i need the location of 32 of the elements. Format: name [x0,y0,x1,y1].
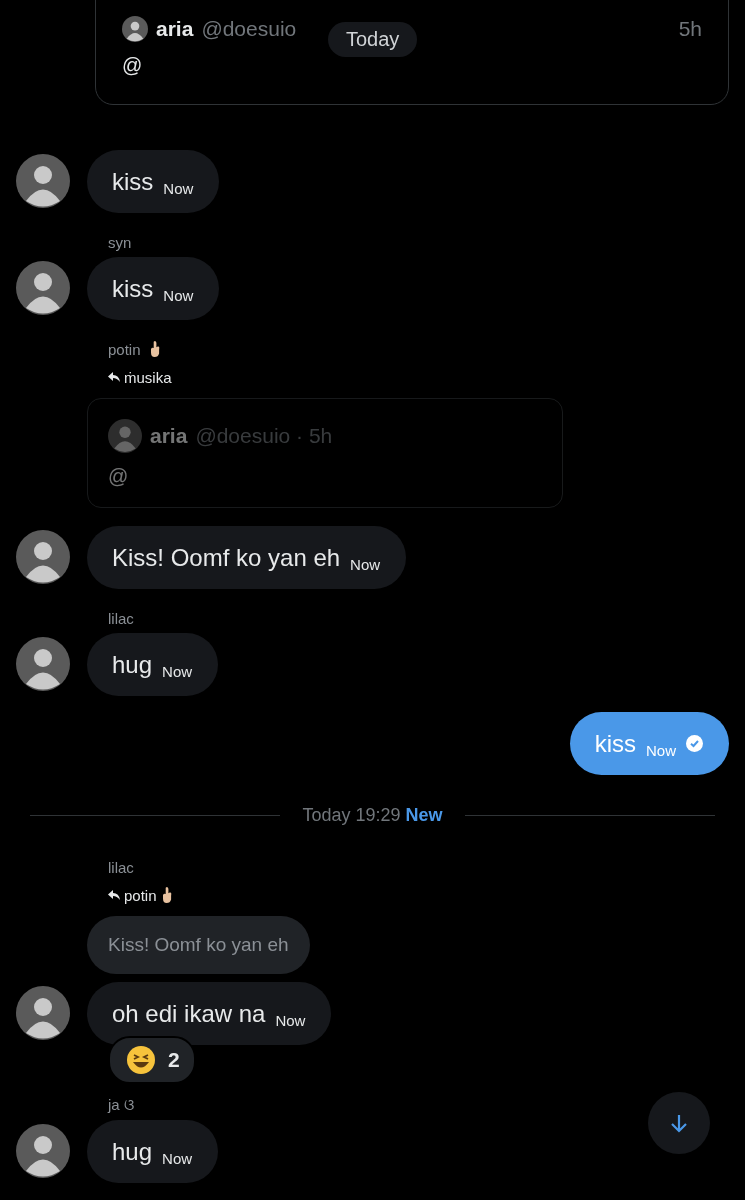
author-name: aria [150,424,188,448]
replied-message-preview[interactable]: Kiss! Oomf ko yan eh [87,916,310,974]
reply-icon [108,372,120,382]
post-text: @ [108,465,130,488]
message-bubble[interactable]: kiss Now [87,150,220,213]
author-handle: @doesuio · 5h [195,424,333,448]
sender-name: lilac [108,858,134,876]
new-label: New [405,805,443,826]
replied-user: ṁusika [124,368,172,386]
post-text: @ [122,54,144,77]
date-label: Today 19:29 [302,805,401,826]
message-bubble[interactable]: hug Now [87,1120,219,1183]
reaction-chip[interactable]: 2 [108,1036,196,1084]
sender-name: potin [108,340,141,358]
sender-name: syn [108,233,132,251]
reply-icon [108,890,120,900]
replied-user: potin [124,886,157,904]
laughing-emoji-icon [126,1045,156,1075]
quoted-post-card[interactable]: aria @doesuio · 5h @ [87,398,563,508]
message-bubble[interactable]: hug Now [87,633,219,696]
avatar-icon [122,16,148,42]
message-bubble[interactable]: oh edi ikaw na Now [87,982,332,1045]
post-time: 5h [678,17,702,41]
message-bubble[interactable]: kiss Now [87,257,220,320]
message-bubble[interactable]: Kiss! Oomf ko yan eh Now [87,526,407,589]
sender-name: ja ଓ [108,1096,134,1114]
arrow-down-icon [668,1112,690,1134]
author-name: aria [156,17,194,41]
sender-name: lilac [108,609,134,627]
avatar-icon [108,419,142,453]
date-pill: Today [328,22,418,57]
author-handle: @doesuio [201,17,297,41]
